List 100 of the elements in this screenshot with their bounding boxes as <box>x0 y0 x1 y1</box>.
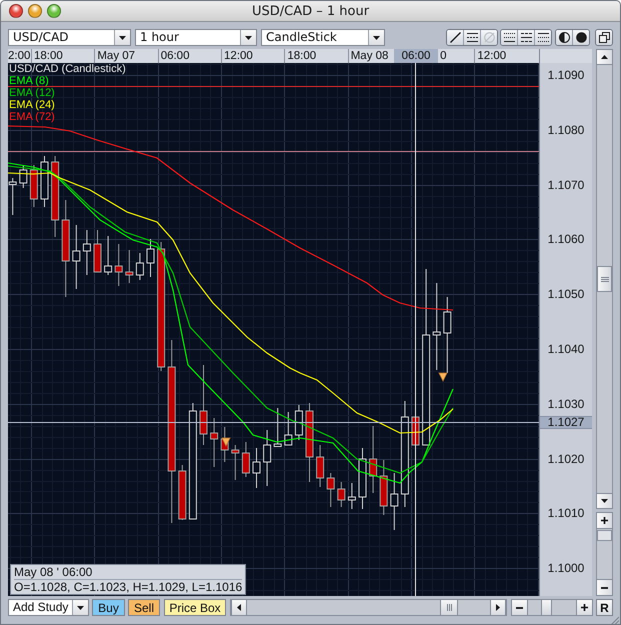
caret-down-icon <box>119 36 126 40</box>
add-study-dropdown[interactable]: Add Study <box>8 599 89 616</box>
candlestick <box>104 236 112 276</box>
candlestick <box>316 444 324 488</box>
scroll-down-button[interactable] <box>596 493 613 509</box>
zoom-out-button[interactable] <box>511 599 528 616</box>
minimize-button[interactable] <box>28 4 42 18</box>
price-label: 1.1090 <box>548 68 584 82</box>
candlestick <box>337 482 346 508</box>
tool-button[interactable] <box>534 30 551 45</box>
time-label: 18:00 <box>287 50 316 62</box>
minus-icon <box>601 586 608 588</box>
time-label: May 07 <box>97 50 136 62</box>
candlestick <box>263 430 272 486</box>
candlestick <box>125 250 134 284</box>
legend-label: USD/CAD (Candlestick) <box>9 63 126 75</box>
candlestick <box>40 156 48 208</box>
candlestick <box>231 444 240 480</box>
tool-button[interactable] <box>517 30 534 45</box>
minus-icon <box>516 606 523 608</box>
windows-icon <box>598 32 610 43</box>
plus-icon <box>601 517 608 524</box>
zoom-button[interactable] <box>47 4 61 18</box>
chart-type-dropdown[interactable]: CandleStick <box>261 29 385 46</box>
dotted-lines-icon <box>504 32 514 43</box>
reset-button[interactable]: R <box>596 599 613 616</box>
candlestick <box>348 482 356 510</box>
close-button[interactable] <box>9 4 23 18</box>
price-label: 1.1060 <box>548 232 584 246</box>
scrollbar-thumb[interactable] <box>440 600 458 615</box>
scroll-left-button[interactable] <box>231 600 247 615</box>
candlestick <box>94 230 102 272</box>
candlestick <box>82 230 91 276</box>
price-label: 1.1070 <box>548 178 584 192</box>
resize-grip-icon <box>610 616 619 624</box>
legend-label: EMA (72) <box>9 111 55 123</box>
candlestick <box>30 164 38 208</box>
half-circle-icon <box>558 32 570 43</box>
price-label: 1.1040 <box>548 342 584 356</box>
time-label: 18:00 <box>34 50 63 62</box>
symbol-dropdown[interactable]: USD/CAD <box>8 29 131 46</box>
scroll-up-button[interactable] <box>596 49 613 65</box>
grid-lines-icon <box>538 32 548 43</box>
price-label: 1.1030 <box>548 396 584 411</box>
buy-button[interactable]: Buy <box>92 599 125 616</box>
slider-thumb[interactable] <box>540 600 552 615</box>
circle-icon <box>576 32 586 43</box>
legend-label: EMA (8) <box>9 75 49 87</box>
zoom-out-button[interactable] <box>596 579 613 596</box>
window-title: USD/CAD – 1 hour <box>252 4 370 18</box>
candlestick <box>326 472 335 508</box>
sell-button[interactable]: Sell <box>128 599 160 616</box>
candlestick <box>274 408 282 447</box>
price-label: 1.1010 <box>548 506 584 520</box>
caret-down-icon <box>77 606 84 610</box>
caret-down-icon <box>245 36 252 40</box>
scroll-right-button[interactable] <box>490 600 506 615</box>
plus-icon <box>581 604 588 611</box>
dashed-lines-icon <box>520 32 532 43</box>
candlestick <box>210 418 218 468</box>
tool-button[interactable] <box>447 30 463 45</box>
zoom-slider[interactable] <box>596 529 613 579</box>
price-box-button[interactable]: Price Box <box>164 599 226 616</box>
time-cursor-label: 06:00 <box>394 49 438 63</box>
candlestick <box>72 224 80 290</box>
vertical-scrollbar[interactable] <box>596 65 613 493</box>
candlestick <box>358 448 366 510</box>
price-label: 1.1000 <box>548 561 584 576</box>
price-cursor-label: 1.1027 <box>540 416 592 429</box>
legend-label: EMA (24) <box>9 99 55 111</box>
tool-button[interactable] <box>556 30 572 45</box>
grip-lines-icon <box>600 276 608 282</box>
zoom-slider[interactable] <box>528 599 576 616</box>
candlestick <box>294 404 303 440</box>
candlestick <box>390 472 398 530</box>
candlestick <box>284 412 292 446</box>
time-label: 12:00 <box>224 50 253 62</box>
candlestick <box>146 238 154 278</box>
zoom-in-button[interactable] <box>576 599 593 616</box>
time-label: 0 <box>440 50 446 62</box>
date-label: May 08 ' 06:00 <box>14 565 94 579</box>
candlestick <box>369 426 378 494</box>
zoom-in-button[interactable] <box>596 512 613 529</box>
diagonal-line-icon <box>450 32 460 43</box>
horizontal-scrollbar[interactable] <box>230 599 507 616</box>
candlestick <box>114 244 123 286</box>
tool-button[interactable] <box>501 30 517 45</box>
slider-thumb[interactable] <box>597 530 612 542</box>
price-label: 1.1050 <box>548 287 584 302</box>
interval-dropdown[interactable]: 1 hour <box>135 29 257 46</box>
scrollbar-thumb[interactable] <box>597 266 612 292</box>
slashed-circle-icon <box>484 32 494 43</box>
candlestick <box>242 442 250 478</box>
time-label: 06:00 <box>160 50 190 62</box>
tool-button[interactable] <box>463 30 480 45</box>
tool-button[interactable] <box>572 30 589 45</box>
grip-lines-icon <box>446 604 452 611</box>
caret-down-icon <box>373 36 380 40</box>
candlestick <box>136 252 144 280</box>
price-label: 1.1020 <box>548 452 584 466</box>
